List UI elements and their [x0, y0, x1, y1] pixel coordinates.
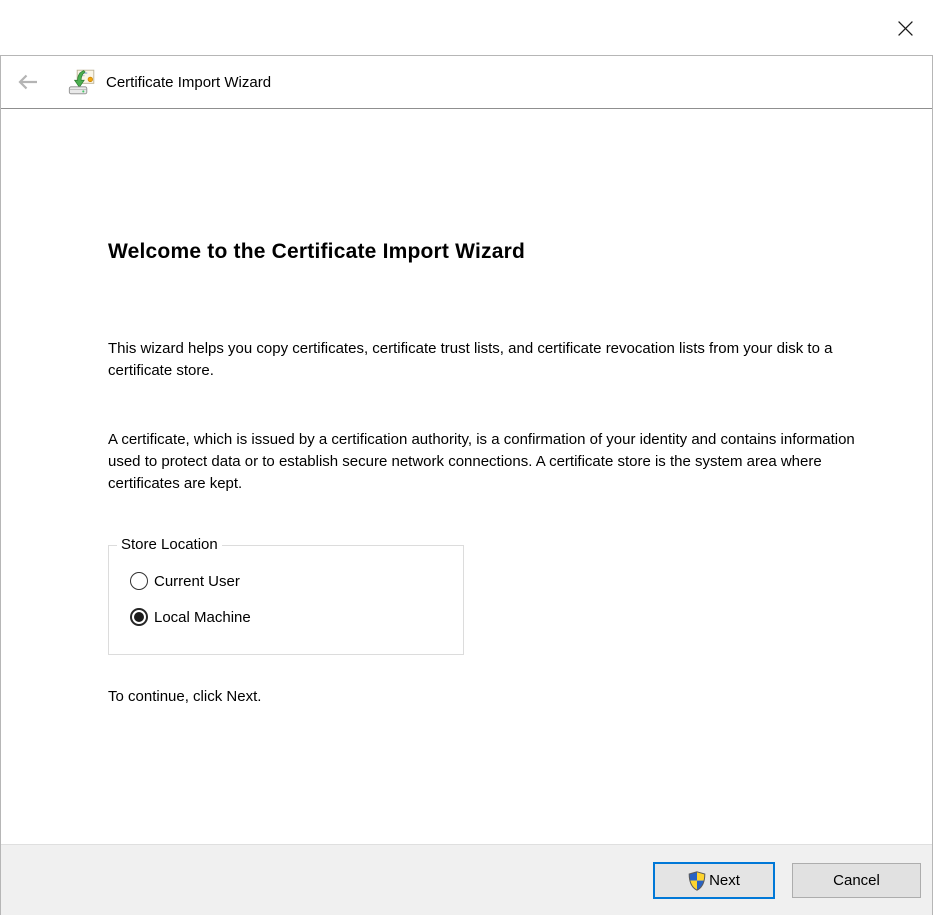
certificate-import-icon — [67, 67, 97, 97]
continue-instruction: To continue, click Next. — [108, 688, 262, 705]
description-paragraph: A certificate, which is issued by a cert… — [108, 431, 855, 492]
wizard-footer: Next Cancel — [1, 844, 932, 915]
radio-label: Local Machine — [154, 608, 251, 626]
uac-shield-icon — [688, 871, 706, 891]
cancel-button[interactable]: Cancel — [792, 863, 921, 898]
radio-icon — [130, 608, 148, 626]
close-button[interactable] — [889, 12, 921, 44]
radio-local-machine[interactable]: Local Machine — [130, 608, 251, 626]
back-button[interactable] — [13, 67, 43, 97]
store-location-groupbox: Store Location Current User Local Machin… — [108, 536, 464, 655]
certificate-import-wizard-window: Certificate Import Wizard Welcome to the… — [0, 55, 933, 915]
store-location-label: Store Location — [117, 536, 222, 553]
next-button[interactable]: Next — [653, 862, 775, 899]
close-icon — [897, 20, 913, 36]
next-button-label: Next — [709, 872, 740, 889]
radio-icon — [130, 572, 148, 590]
wizard-content: Welcome to the Certificate Import Wizard… — [1, 109, 932, 843]
back-arrow-icon — [18, 74, 37, 90]
radio-label: Current User — [154, 572, 240, 590]
cancel-button-label: Cancel — [833, 872, 880, 889]
intro-paragraph: This wizard helps you copy certificates,… — [108, 340, 833, 379]
wizard-title: Certificate Import Wizard — [106, 73, 272, 91]
wizard-header: Certificate Import Wizard — [1, 56, 932, 109]
page-heading: Welcome to the Certificate Import Wizard — [108, 240, 525, 263]
radio-current-user[interactable]: Current User — [130, 572, 240, 590]
